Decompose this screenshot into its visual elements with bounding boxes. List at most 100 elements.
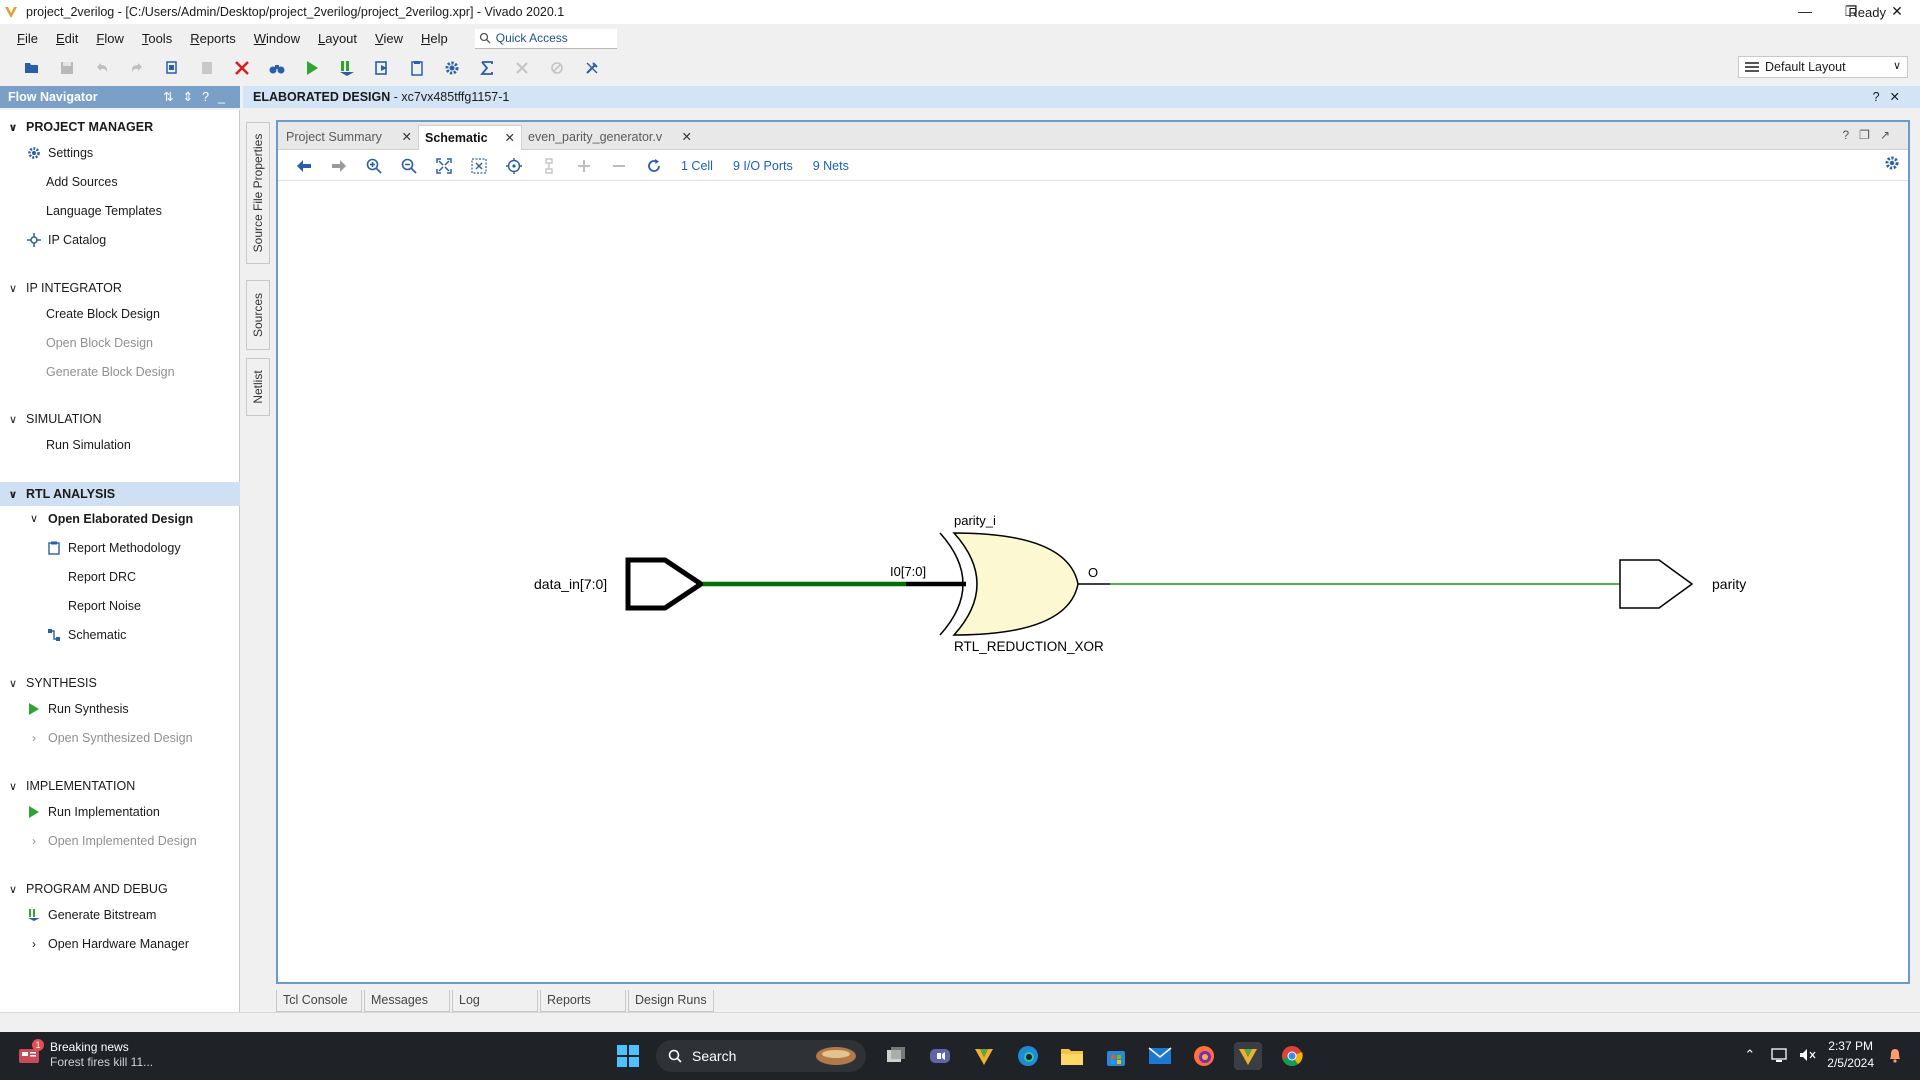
close-tab-icon[interactable]: ✕: [505, 126, 515, 150]
vivado-app-1[interactable]: [970, 1042, 998, 1070]
nets-count-link[interactable]: 9 Nets: [813, 159, 849, 173]
tab-even-parity-generator[interactable]: even_parity_generator.v ✕: [522, 125, 698, 150]
generate-bitstream-button[interactable]: [329, 55, 364, 81]
section-simulation[interactable]: ∨ SIMULATION: [0, 408, 240, 430]
copy-button[interactable]: [154, 55, 189, 81]
news-widget[interactable]: 1 Breaking news Forest fires kill 11...: [18, 1039, 153, 1070]
section-synthesis[interactable]: ∨ SYNTHESIS: [0, 672, 240, 694]
tab-messages[interactable]: Messages: [364, 990, 450, 1012]
menu-view[interactable]: View: [366, 26, 412, 51]
run-button[interactable]: [294, 55, 329, 81]
forward-button[interactable]: [321, 153, 356, 179]
tab-reports[interactable]: Reports: [540, 990, 626, 1012]
sum-button[interactable]: [469, 55, 504, 81]
open-project-button[interactable]: [14, 55, 49, 81]
menu-layout[interactable]: Layout: [309, 26, 366, 51]
delete-button[interactable]: [224, 55, 259, 81]
taskbar-search[interactable]: Search: [656, 1040, 866, 1072]
menu-window[interactable]: Window: [245, 26, 309, 51]
nav-generate-bitstream[interactable]: Generate Bitstream: [26, 904, 156, 926]
zoom-in-button[interactable]: [356, 153, 391, 179]
section-project-manager[interactable]: ∨ PROJECT MANAGER: [0, 116, 240, 138]
close-tab-icon[interactable]: ✕: [682, 125, 692, 149]
network-icon[interactable]: [1771, 1047, 1789, 1063]
save-button[interactable]: [49, 55, 84, 81]
collapse-all-icon[interactable]: ⇅: [163, 90, 182, 104]
nav-schematic[interactable]: Schematic: [46, 624, 126, 646]
close-tab-icon[interactable]: ✕: [402, 125, 412, 149]
nav-open-block-design[interactable]: Open Block Design: [46, 332, 153, 354]
expand-button[interactable]: [566, 153, 601, 179]
vivado-app-active[interactable]: [1234, 1042, 1262, 1070]
section-ip-integrator[interactable]: ∨ IP INTEGRATOR: [0, 277, 240, 299]
collapse-button[interactable]: [601, 153, 636, 179]
cells-count-link[interactable]: 1 Cell: [681, 159, 713, 173]
chevron-up-icon[interactable]: ⌃: [1744, 1047, 1755, 1063]
tab-sources[interactable]: Sources: [246, 280, 270, 350]
back-button[interactable]: [286, 153, 321, 179]
tab-source-file-properties[interactable]: Source File Properties: [246, 122, 270, 264]
menu-file[interactable]: File: [8, 26, 47, 51]
firefox-app[interactable]: [1190, 1042, 1218, 1070]
tab-log[interactable]: Log: [452, 990, 538, 1012]
zoom-out-button[interactable]: [391, 153, 426, 179]
quick-access-search[interactable]: Quick Access: [474, 28, 617, 49]
zoom-fit-button[interactable]: [426, 153, 461, 179]
tab-netlist[interactable]: Netlist: [246, 358, 270, 416]
schematic-canvas[interactable]: data_in[7:0] I0[7:0] parity_i RTL_REDUCT…: [278, 182, 1908, 982]
regenerate-button[interactable]: [531, 153, 566, 179]
nav-report-noise[interactable]: Report Noise: [68, 595, 141, 617]
close-icon[interactable]: ✕: [1890, 90, 1910, 104]
menu-edit[interactable]: Edit: [47, 26, 87, 51]
tab-design-runs[interactable]: Design Runs: [628, 990, 714, 1012]
menu-tools[interactable]: Tools: [133, 26, 181, 51]
section-rtl-analysis[interactable]: ∨ RTL ANALYSIS: [0, 482, 240, 506]
nav-open-implemented-design[interactable]: › Open Implemented Design: [26, 830, 197, 852]
disabled-tool-button[interactable]: [539, 55, 574, 81]
restore-icon[interactable]: ❐: [1859, 128, 1880, 142]
file-explorer-app[interactable]: [1058, 1042, 1086, 1070]
minimize-button[interactable]: —: [1782, 0, 1828, 24]
nav-report-methodology[interactable]: Report Methodology: [46, 537, 181, 559]
section-implementation[interactable]: ∨ IMPLEMENTATION: [0, 775, 240, 797]
help-icon[interactable]: ?: [1873, 90, 1890, 104]
speaker-muted-icon[interactable]: [1799, 1047, 1817, 1063]
clock[interactable]: 2:37 PM 2/5/2024: [1827, 1038, 1874, 1072]
redo-button[interactable]: [119, 55, 154, 81]
nav-settings[interactable]: Settings: [26, 142, 93, 164]
auto-fit-button[interactable]: [496, 153, 531, 179]
input-port-data-in[interactable]: [625, 557, 706, 611]
task-view-button[interactable]: [882, 1042, 910, 1070]
nav-add-sources[interactable]: Add Sources: [46, 171, 118, 193]
refresh-button[interactable]: [636, 153, 671, 179]
start-button[interactable]: [614, 1042, 642, 1070]
tab-project-summary[interactable]: Project Summary ✕: [280, 125, 418, 150]
teams-app[interactable]: [926, 1042, 954, 1070]
nav-run-implementation[interactable]: Run Implementation: [26, 801, 160, 823]
zoom-selection-button[interactable]: [461, 153, 496, 179]
find-button[interactable]: [259, 55, 294, 81]
cancel-button[interactable]: [504, 55, 539, 81]
tools-button[interactable]: [574, 55, 609, 81]
notification-bell-icon[interactable]: [1888, 1047, 1902, 1063]
paste-button[interactable]: [189, 55, 224, 81]
help-icon[interactable]: ?: [1842, 128, 1859, 142]
minimize-panel-icon[interactable]: _: [218, 90, 234, 104]
menu-reports[interactable]: Reports: [181, 26, 245, 51]
edge-app[interactable]: [1014, 1042, 1042, 1070]
menu-help[interactable]: Help: [412, 26, 457, 51]
report-button[interactable]: [399, 55, 434, 81]
tab-tcl-console[interactable]: Tcl Console: [276, 990, 362, 1012]
float-icon[interactable]: ↗: [1880, 128, 1900, 142]
expand-all-icon[interactable]: ⇕: [183, 90, 202, 104]
nav-create-block-design[interactable]: Create Block Design: [46, 303, 160, 325]
mail-app[interactable]: [1146, 1042, 1174, 1070]
schematic-settings-button[interactable]: [1884, 155, 1900, 174]
nav-open-hardware-manager[interactable]: › Open Hardware Manager: [26, 933, 189, 955]
nav-ip-catalog[interactable]: IP Catalog: [26, 229, 106, 251]
store-app[interactable]: [1102, 1042, 1130, 1070]
undo-button[interactable]: [84, 55, 119, 81]
layout-dropdown[interactable]: Default Layout ∨: [1738, 56, 1908, 78]
help-icon[interactable]: ?: [202, 90, 218, 104]
io-ports-count-link[interactable]: 9 I/O Ports: [733, 159, 793, 173]
